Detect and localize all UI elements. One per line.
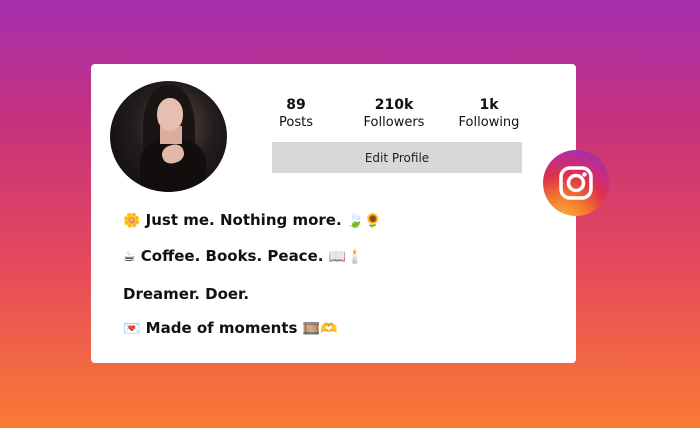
- bio-line-4-text: Made of moments: [145, 319, 298, 337]
- stat-following[interactable]: 1k Following: [444, 96, 534, 132]
- stat-posts-label: Posts: [279, 115, 313, 130]
- bio-line-2-text: Coffee. Books. Peace.: [140, 247, 324, 265]
- bio-line-3-text: Dreamer. Doer.: [123, 285, 250, 303]
- bio-line-1-emoji-end: 🍃🌻: [346, 213, 382, 229]
- stat-followers-value: 210k: [374, 97, 414, 113]
- bio-line-2: ☕ Coffee. Books. Peace. 📖🕯️: [123, 246, 364, 267]
- stat-posts-value: 89: [286, 97, 306, 113]
- stat-followers-label: Followers: [363, 115, 425, 130]
- bio-line-1: 🌼 Just me. Nothing more. 🍃🌻: [123, 210, 382, 231]
- bio-line-2-emoji-start: ☕: [123, 249, 136, 265]
- stat-posts[interactable]: 89 Posts: [251, 96, 341, 132]
- instagram-glyph: [559, 166, 593, 200]
- stat-following-label: Following: [458, 115, 520, 130]
- stat-following-value: 1k: [479, 97, 499, 113]
- bio-line-1-text: Just me. Nothing more.: [145, 211, 342, 229]
- bio-line-4-emoji-end: 🎞️🫶: [302, 321, 338, 337]
- bio-line-4-emoji-start: 💌: [123, 321, 141, 337]
- bio-line-3: Dreamer. Doer.: [123, 284, 249, 305]
- profile-card: 89 Posts 210k Followers 1k Following Edi…: [91, 64, 576, 363]
- bio-line-2-emoji-end: 📖🕯️: [328, 249, 364, 265]
- profile-stats: 89 Posts 210k Followers 1k Following: [269, 96, 549, 132]
- edit-profile-button[interactable]: Edit Profile: [272, 142, 522, 173]
- bio-line-4: 💌 Made of moments 🎞️🫶: [123, 318, 338, 339]
- bio-line-1-emoji-start: 🌼: [123, 213, 141, 229]
- instagram-icon: [543, 150, 609, 216]
- avatar-face: [157, 98, 183, 131]
- avatar[interactable]: [110, 81, 227, 192]
- stat-followers[interactable]: 210k Followers: [349, 96, 439, 132]
